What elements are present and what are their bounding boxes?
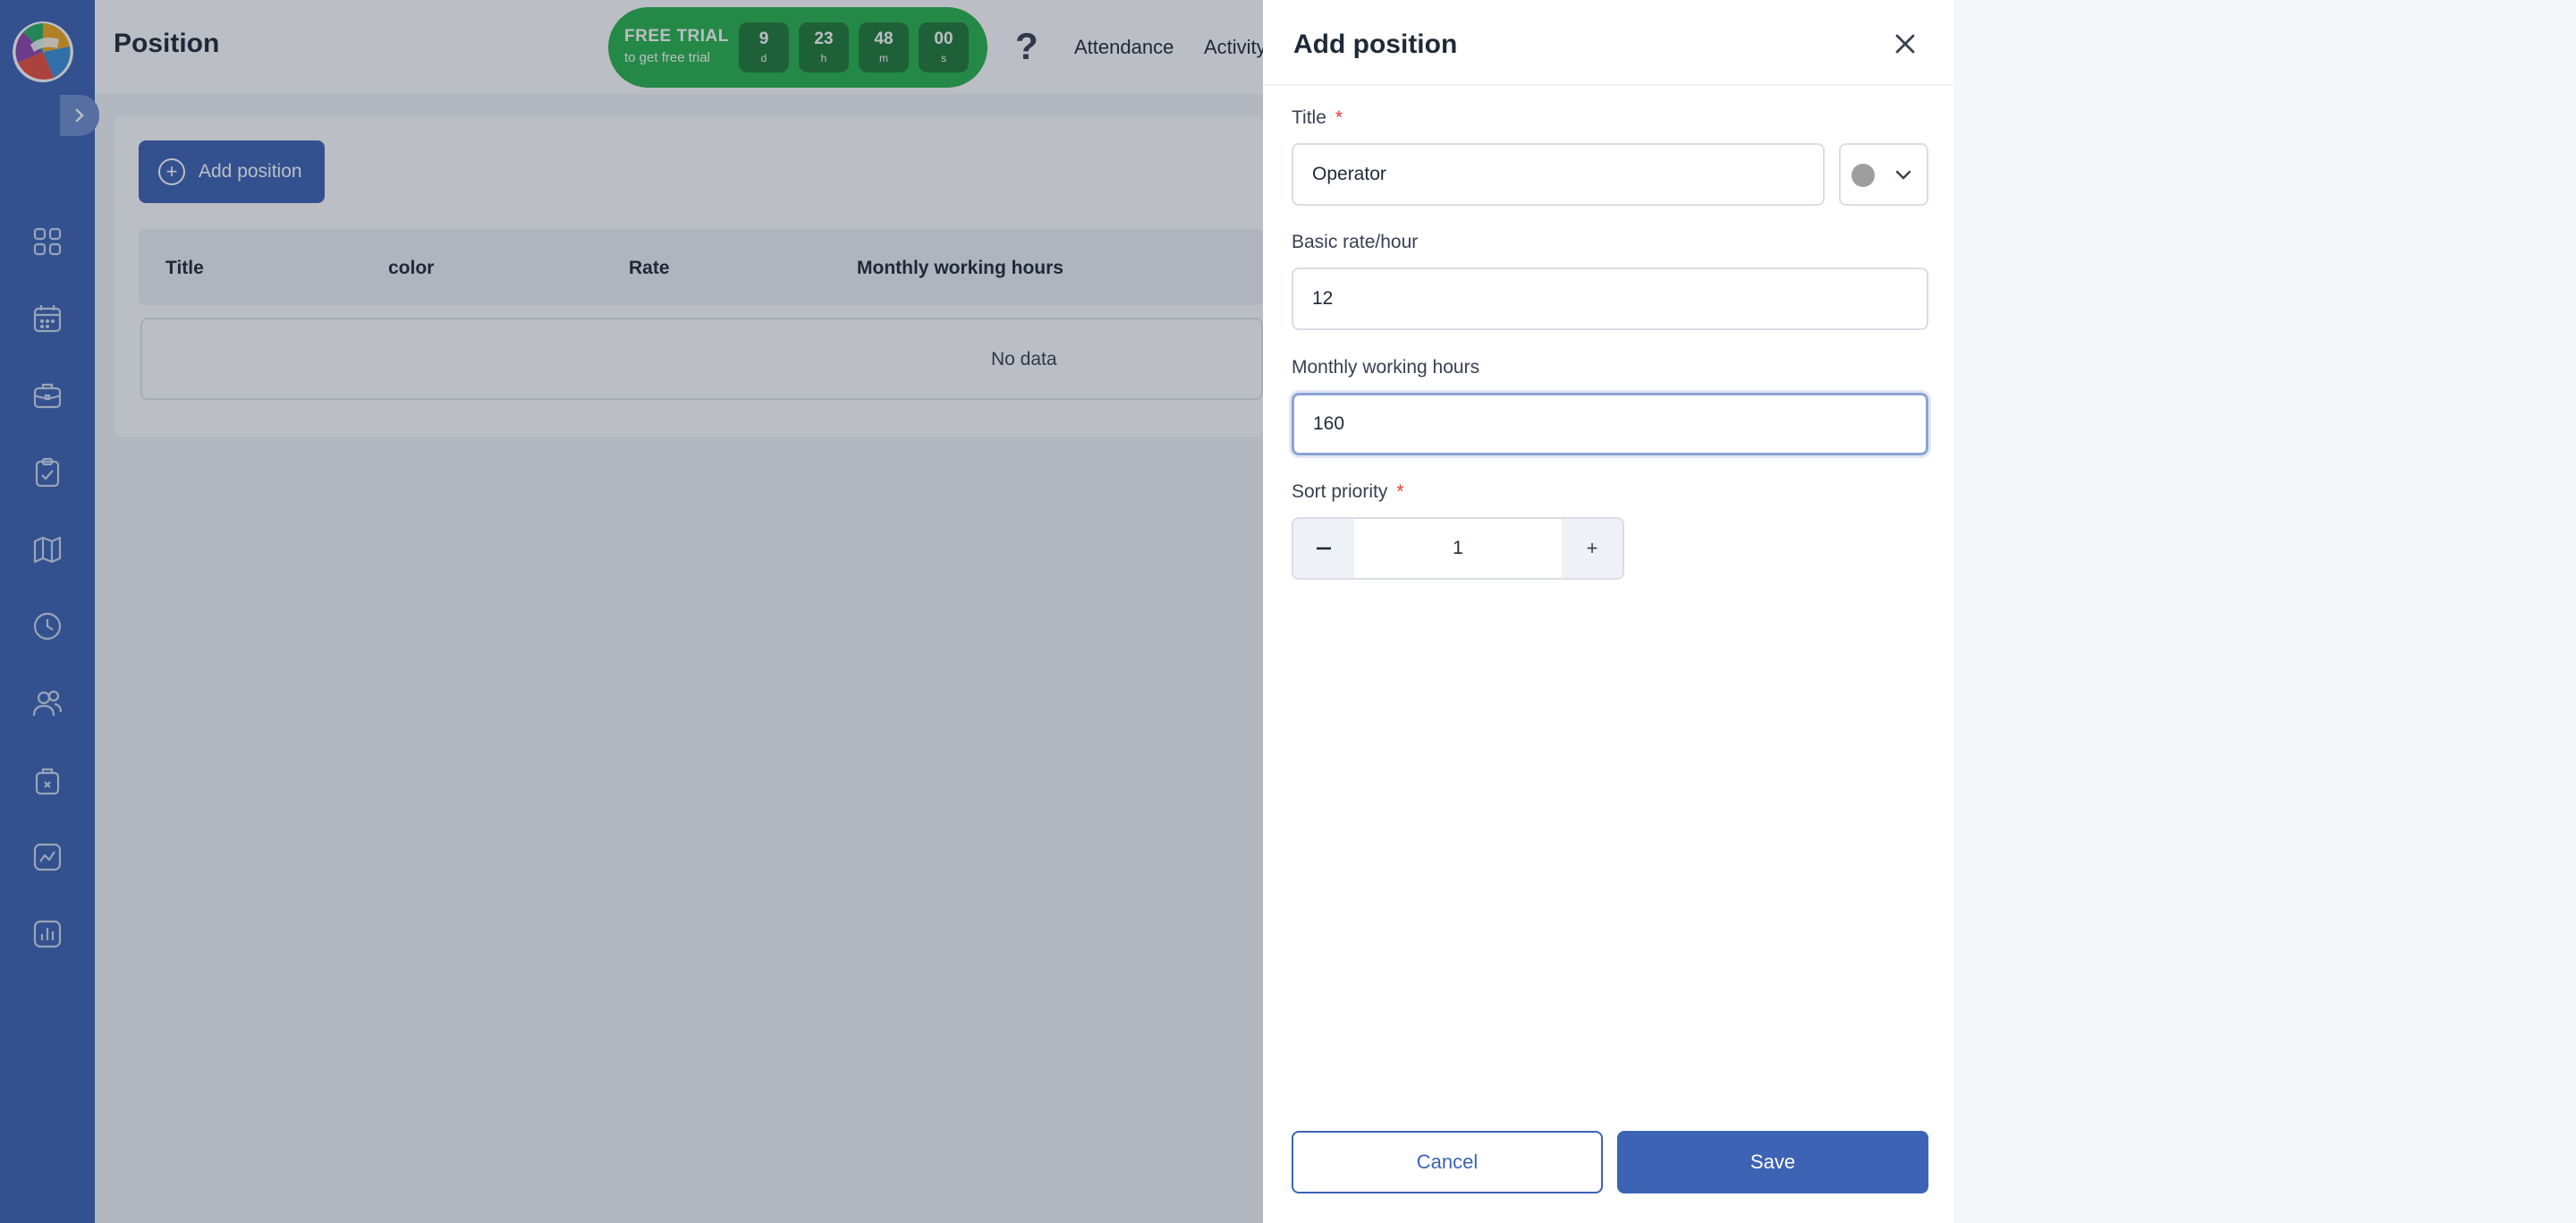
rate-field-label: Basic rate/hour (1292, 232, 1419, 252)
title-field-label: Title * (1292, 107, 1343, 129)
close-button[interactable] (1889, 28, 1921, 60)
drawer-title: Add position (1293, 30, 1458, 59)
hours-field-label: Monthly working hours (1292, 357, 1480, 378)
required-marker: * (1335, 107, 1343, 128)
chevron-down-icon (1893, 164, 1914, 190)
drawer-header: Add position (1263, 0, 1953, 86)
add-position-drawer: Add position Title * Basic rate/hour Mont… (1263, 0, 1953, 1223)
cancel-button[interactable]: Cancel (1292, 1131, 1603, 1193)
sort-label-text: Sort priority (1292, 481, 1388, 502)
title-input[interactable] (1292, 143, 1825, 206)
increment-button[interactable]: + (1562, 519, 1623, 578)
plus-icon: + (1586, 537, 1598, 559)
close-icon (1895, 34, 1915, 54)
minus-icon (1317, 547, 1331, 550)
sort-field-label: Sort priority * (1292, 481, 1404, 503)
color-swatch (1852, 164, 1875, 187)
color-picker[interactable] (1839, 143, 1928, 206)
basic-rate-input[interactable] (1292, 268, 1928, 330)
save-button[interactable]: Save (1617, 1131, 1928, 1193)
sort-priority-stepper: 1 + (1292, 517, 1624, 580)
decrement-button[interactable] (1293, 519, 1354, 578)
monthly-hours-input[interactable] (1292, 393, 1928, 455)
modal-overlay[interactable] (0, 0, 1263, 1223)
title-label-text: Title (1292, 107, 1326, 128)
sort-priority-value[interactable]: 1 (1354, 519, 1562, 578)
required-marker: * (1396, 481, 1404, 502)
